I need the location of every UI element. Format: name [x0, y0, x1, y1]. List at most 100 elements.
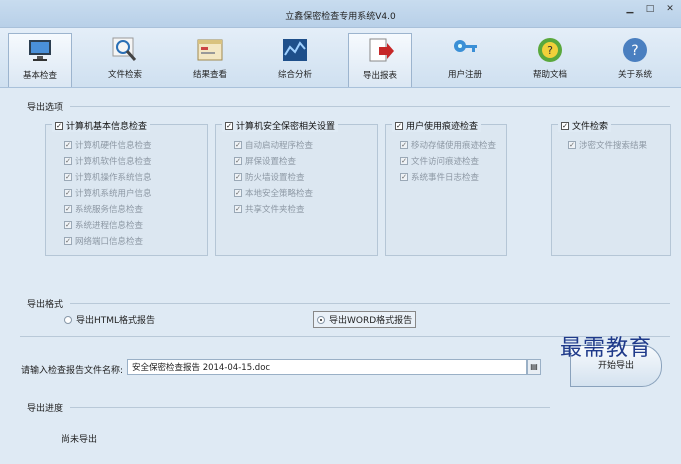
option-label: 自动启动程序检查	[245, 141, 314, 151]
tool-analysis[interactable]: 综合分析	[263, 33, 327, 87]
option-item[interactable]: ✓ 移动存储使用痕迹检查	[400, 139, 496, 151]
option-label: 计算机系统用户信息	[75, 189, 152, 199]
option-item[interactable]: ✓ 计算机操作系统信息	[64, 171, 152, 183]
radio-word-format[interactable]: 导出WORD格式报告	[313, 311, 417, 328]
checkbox-icon[interactable]: ✓	[400, 173, 408, 181]
main-toolbar: 基本检查 文件检索 结果查看 综合分析 导出报表 用户注册 ? 帮助文档 ? 关…	[0, 28, 681, 88]
close-button[interactable]: ✕	[663, 3, 677, 15]
tool-basic-check[interactable]: 基本检查	[8, 33, 72, 87]
option-label: 系统服务信息检查	[75, 205, 144, 215]
checkbox-icon[interactable]: ✓	[395, 121, 403, 130]
checkbox-icon[interactable]: ✓	[561, 121, 569, 130]
tool-view-results[interactable]: 结果查看	[178, 33, 242, 87]
option-item[interactable]: ✓ 系统服务信息检查	[64, 203, 143, 215]
checkbox-icon[interactable]: ✓	[64, 205, 72, 213]
option-item[interactable]: ✓ 系统进程信息检查	[64, 219, 143, 231]
help-icon: ?	[538, 38, 562, 62]
file-name-input[interactable]	[127, 359, 527, 375]
option-label: 移动存储使用痕迹检查	[411, 141, 497, 151]
window-icon	[197, 39, 223, 61]
group-header[interactable]: ✓ 计算机基本信息检查	[52, 119, 151, 132]
checkbox-icon[interactable]: ✓	[64, 189, 72, 197]
group-title: 计算机基本信息检查	[66, 122, 148, 132]
group-header[interactable]: ✓ 计算机安全保密相关设置	[222, 119, 339, 132]
option-item[interactable]: ✓ 计算机系统用户信息	[64, 187, 152, 199]
checkbox-icon[interactable]: ✓	[225, 121, 233, 130]
tool-label: 关于系统	[617, 70, 652, 80]
tool-export-report[interactable]: 导出报表	[348, 33, 412, 87]
computer-icon	[29, 40, 51, 61]
option-item[interactable]: ✓ 计算机硬件信息检查	[64, 139, 152, 151]
checkbox-icon[interactable]: ✓	[234, 205, 242, 213]
export-format-title: 导出格式	[27, 300, 64, 310]
option-item[interactable]: ✓ 涉密文件搜索结果	[568, 139, 647, 151]
group-usage-traces: ✓ 用户使用痕迹检查 ✓ 移动存储使用痕迹检查 ✓ 文件访问痕迹检查 ✓ 系统事件日志检…	[385, 119, 507, 256]
browse-button[interactable]: ▤	[527, 359, 541, 375]
radio-icon[interactable]	[64, 315, 72, 324]
checkbox-icon[interactable]: ✓	[64, 173, 72, 181]
tool-help-docs[interactable]: ? 帮助文档	[518, 33, 582, 87]
window-title: 立鑫保密检查专用系统V4.0	[285, 12, 396, 22]
option-label: 计算机操作系统信息	[75, 173, 152, 183]
option-label: 导出HTML格式报告	[76, 316, 156, 326]
maximize-button[interactable]: □	[643, 3, 657, 15]
checkbox-icon[interactable]: ✓	[568, 141, 576, 149]
tool-label: 基本检查	[22, 71, 57, 81]
option-label: 共享文件夹检查	[245, 205, 305, 215]
option-item[interactable]: ✓ 自动启动程序检查	[234, 139, 313, 151]
divider	[70, 303, 670, 304]
option-item[interactable]: ✓ 屏保设置检查	[234, 155, 296, 167]
file-name-label: 请输入检查报告文件名称:	[21, 366, 124, 376]
radio-icon[interactable]	[317, 315, 325, 324]
option-item[interactable]: ✓ 计算机软件信息检查	[64, 155, 152, 167]
tool-label: 综合分析	[277, 70, 312, 80]
option-item[interactable]: ✓ 共享文件夹检查	[234, 203, 305, 215]
checkbox-icon[interactable]: ✓	[64, 221, 72, 229]
option-item[interactable]: ✓ 防火墙设置检查	[234, 171, 305, 183]
option-label: 系统事件日志检查	[411, 173, 480, 183]
checkbox-icon[interactable]: ✓	[234, 141, 242, 149]
question-icon: ?	[623, 38, 647, 62]
tool-file-search[interactable]: 文件检索	[93, 33, 157, 87]
option-label: 计算机软件信息检查	[75, 157, 152, 167]
divider	[70, 407, 550, 408]
option-label: 导出WORD格式报告	[329, 316, 413, 326]
tool-about[interactable]: ? 关于系统	[603, 33, 667, 87]
option-label: 网络端口信息检查	[75, 237, 144, 247]
checkbox-icon[interactable]: ✓	[64, 237, 72, 245]
checkbox-icon[interactable]: ✓	[400, 157, 408, 165]
option-label: 计算机硬件信息检查	[75, 141, 152, 151]
watermark-text: 最需教育	[560, 336, 653, 361]
progress-status: 尚未导出	[61, 435, 98, 445]
checkbox-icon[interactable]: ✓	[400, 141, 408, 149]
group-header[interactable]: ✓ 用户使用痕迹检查	[392, 119, 482, 132]
svg-text:?: ?	[547, 44, 553, 57]
group-file-search: ✓ 文件检索 ✓ 涉密文件搜索结果	[551, 119, 671, 256]
checkbox-icon[interactable]: ✓	[234, 157, 242, 165]
option-item[interactable]: ✓ 网络端口信息检查	[64, 235, 143, 247]
option-label: 屏保设置检查	[245, 157, 297, 167]
group-basic-info: ✓ 计算机基本信息检查 ✓ 计算机硬件信息检查 ✓ 计算机软件信息检查 ✓ 计算机操作系…	[45, 119, 208, 256]
chart-icon	[283, 39, 307, 61]
radio-html-format[interactable]: 导出HTML格式报告	[64, 313, 155, 326]
group-title: 文件检索	[572, 122, 609, 132]
checkbox-icon[interactable]: ✓	[64, 157, 72, 165]
option-item[interactable]: ✓ 系统事件日志检查	[400, 171, 479, 183]
minimize-button[interactable]: ▁	[623, 3, 637, 15]
option-label: 系统进程信息检查	[75, 221, 144, 231]
export-progress-title: 导出进度	[27, 404, 64, 414]
window-controls: ▁ □ ✕	[623, 3, 677, 15]
divider	[70, 106, 670, 107]
checkbox-icon[interactable]: ✓	[55, 121, 63, 130]
group-security-settings: ✓ 计算机安全保密相关设置 ✓ 自动启动程序检查 ✓ 屏保设置检查 ✓ 防火墙设置检查 …	[215, 119, 378, 256]
checkbox-icon[interactable]: ✓	[234, 173, 242, 181]
option-item[interactable]: ✓ 本地安全策略检查	[234, 187, 313, 199]
tool-user-register[interactable]: 用户注册	[433, 33, 497, 87]
group-header[interactable]: ✓ 文件检索	[558, 119, 612, 132]
magnifier-icon	[112, 37, 137, 61]
svg-text:?: ?	[631, 43, 638, 59]
checkbox-icon[interactable]: ✓	[234, 189, 242, 197]
tool-label: 结果查看	[192, 70, 227, 80]
option-item[interactable]: ✓ 文件访问痕迹检查	[400, 155, 479, 167]
checkbox-icon[interactable]: ✓	[64, 141, 72, 149]
